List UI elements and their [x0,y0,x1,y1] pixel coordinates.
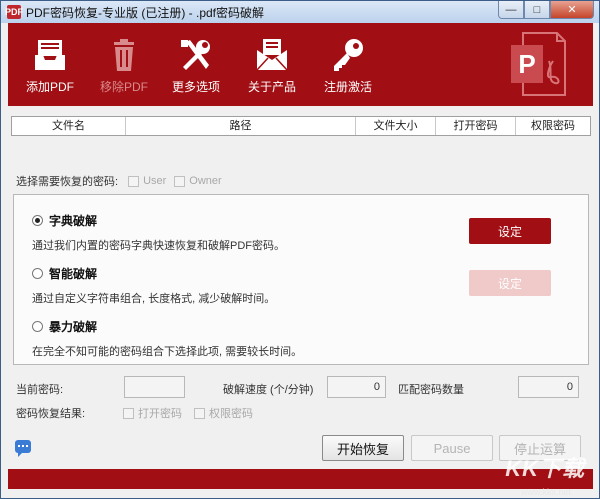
close-button[interactable]: ✕ [550,1,594,19]
watermark-url: www.kkx.net [520,487,571,497]
brute-force-radio[interactable] [32,321,43,332]
tools-icon [181,40,210,70]
remove-pdf-button[interactable]: 移除PDF [96,23,152,106]
window-title: PDF密码恢复-专业版 (已注册) - .pdf密码破解 [26,5,265,20]
result-open-password-label: 打开密码 [138,408,182,420]
app-icon: PDF [5,5,23,19]
column-file-size[interactable]: 文件大小 [356,117,436,135]
chat-bubble-icon[interactable] [15,440,31,457]
column-path[interactable]: 路径 [126,117,356,135]
pdf-app-logo-icon: P [511,32,566,96]
register-activate-button[interactable]: 注册激活 [320,23,376,106]
mode-brute-force[interactable]: 暴力破解 在完全不知可能的密码组合下选择此项, 需要较长时间。 [32,318,302,359]
watermark-logo: KK下载 [505,456,585,481]
smart-title: 智能破解 [49,267,98,281]
trash-icon [114,39,134,71]
envelope-icon [256,39,288,71]
start-recovery-button[interactable]: 开始恢复 [322,435,404,461]
file-table-body[interactable] [11,136,591,162]
match-count-field: 0 [518,376,579,398]
current-password-label: 当前密码: [16,384,64,396]
recovery-result-row: 密码恢复结果: 打开密码 权限密码 [16,405,253,421]
result-permission-password-label: 权限密码 [209,408,253,420]
file-table-header: 文件名 路径 文件大小 打开密码 权限密码 [11,116,591,136]
current-password-field [124,376,185,398]
crack-mode-group: 字典破解 通过我们内置的密码字典快速恢复和破解PDF密码。 设定 智能破解 通过… [13,194,589,365]
dictionary-radio[interactable] [32,215,43,226]
user-checkbox-label: User [143,175,167,187]
dictionary-settings-button[interactable]: 设定 [469,218,551,244]
column-open-password[interactable]: 打开密码 [436,117,516,135]
about-product-label: 关于产品 [247,80,296,94]
owner-checkbox-label: Owner [189,175,222,187]
app-window: PDF PDF密码恢复-专业版 (已注册) - .pdf密码破解 — □ ✕ 添… [0,0,600,499]
smart-desc: 通过自定义字符串组合, 长度格式, 减少破解时间。 [32,293,276,305]
title-bar[interactable]: PDF PDF密码恢复-专业版 (已注册) - .pdf密码破解 — □ ✕ [1,1,599,23]
remove-pdf-label: 移除PDF [99,80,148,94]
smart-settings-button[interactable]: 设定 [469,270,551,296]
brute-force-desc: 在完全不知可能的密码组合下选择此项, 需要较长时间。 [32,346,303,358]
user-checkbox[interactable]: User [128,175,166,187]
add-pdf-button[interactable]: 添加PDF [22,23,78,106]
key-icon [334,39,363,71]
more-options-button[interactable]: 更多选项 [168,23,224,106]
mode-dictionary[interactable]: 字典破解 通过我们内置的密码字典快速恢复和破解PDF密码。 [32,212,285,253]
minimize-button[interactable]: — [498,1,524,19]
about-product-button[interactable]: 关于产品 [244,23,300,106]
more-options-label: 更多选项 [171,80,220,94]
result-open-password-checkbox[interactable]: 打开密码 [123,405,182,421]
owner-checkbox[interactable]: Owner [174,175,222,187]
column-permission-password[interactable]: 权限密码 [516,117,590,135]
dictionary-desc: 通过我们内置的密码字典快速恢复和破解PDF密码。 [32,240,285,252]
smart-radio[interactable] [32,268,43,279]
result-label: 密码恢复结果: [16,408,86,420]
main-toolbar: 添加PDF 移除PDF 更多选项 关于产品 注册激活 P [8,23,593,106]
brute-force-title: 暴力破解 [49,320,98,334]
match-count-label: 匹配密码数量 [398,384,464,396]
password-type-selector: 选择需要恢复的密码: User Owner [16,173,230,189]
svg-text:P: P [518,49,535,79]
dictionary-title: 字典破解 [49,214,98,228]
add-pdf-label: 添加PDF [25,80,74,94]
speed-label: 破解速度 (个/分钟) [223,384,314,396]
column-filename[interactable]: 文件名 [12,117,126,135]
register-activate-label: 注册激活 [323,80,372,94]
maximize-button[interactable]: □ [524,1,550,19]
mode-smart[interactable]: 智能破解 通过自定义字符串组合, 长度格式, 减少破解时间。 [32,265,275,306]
speed-field: 0 [327,376,386,398]
password-type-label: 选择需要恢复的密码: [16,176,119,188]
pause-button[interactable]: Pause [411,435,493,461]
result-permission-password-checkbox[interactable]: 权限密码 [194,405,253,421]
inbox-tray-icon [35,40,65,70]
window-controls: — □ ✕ [498,1,594,19]
